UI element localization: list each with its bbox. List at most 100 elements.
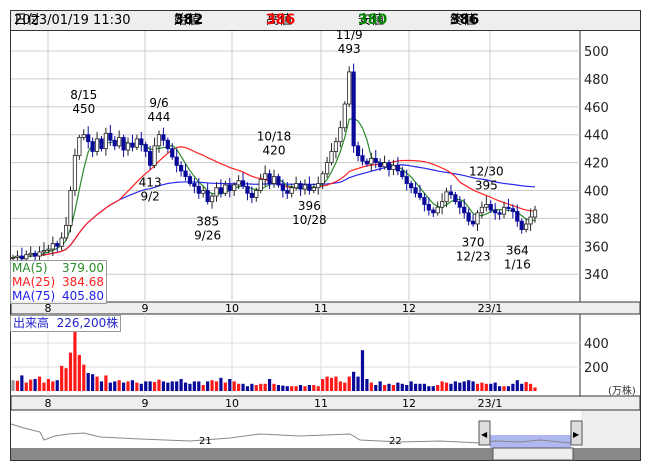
volume-bar	[15, 380, 20, 391]
month-label: 10	[225, 302, 239, 315]
navigator-left-handle-icon[interactable]: ◀	[481, 430, 488, 439]
navigator-scrollbar-thumb[interactable]	[492, 447, 574, 461]
candle-body	[187, 176, 193, 184]
month-label: 10	[225, 397, 239, 410]
candle-body	[409, 183, 414, 189]
candle-body	[426, 204, 431, 211]
candle-body	[19, 255, 24, 260]
month-label: 8	[45, 397, 52, 410]
ma-legend: MA(5) 379.00 MA(25) 384.68 MA(75) 405.80	[10, 260, 107, 304]
candle-body	[86, 134, 91, 143]
volume-bar	[391, 385, 396, 391]
volume-bar	[139, 383, 143, 391]
candle-body	[183, 170, 188, 177]
candle-body	[143, 144, 148, 152]
candle-body	[298, 183, 303, 190]
volume-bar	[60, 365, 64, 391]
candle-body	[46, 248, 51, 251]
volume-bar	[113, 381, 117, 391]
navigator-side	[581, 410, 640, 448]
volume-bar	[263, 383, 267, 391]
candle-body	[524, 223, 529, 230]
ma75-value: 405.80	[62, 289, 104, 303]
volume-bar	[73, 331, 77, 391]
candle-body	[506, 206, 511, 210]
ma25-value: 384.68	[62, 275, 104, 289]
volume-bar	[20, 375, 24, 391]
volume-bar	[179, 379, 183, 391]
volume-bar	[228, 379, 232, 391]
candle-body	[422, 197, 427, 205]
candle-body	[364, 160, 369, 165]
candle-body	[81, 134, 86, 138]
volume-bar	[170, 381, 174, 391]
candle-body	[501, 206, 507, 215]
volume-bar	[427, 386, 431, 391]
candle-body	[192, 183, 197, 187]
volume-bar	[166, 382, 170, 391]
candle-body	[50, 243, 55, 250]
volume-bar	[272, 383, 276, 391]
volume-bar	[298, 385, 303, 391]
volume-bar	[290, 386, 294, 391]
candle-body	[532, 209, 538, 218]
ma25-label: MA(25)	[12, 275, 56, 289]
candle-body	[342, 103, 347, 129]
candle-body	[55, 243, 60, 247]
candle-body	[355, 145, 361, 157]
candle-body	[161, 134, 166, 141]
candle-body	[510, 208, 515, 212]
volume-bar	[524, 382, 528, 391]
volume-bar	[400, 383, 404, 391]
volume-bar	[343, 382, 347, 391]
volume-value: 226,200株	[56, 316, 119, 330]
volume-bar	[24, 382, 28, 391]
volume-bar	[453, 381, 457, 391]
candle-body	[294, 183, 299, 189]
volume-bar	[413, 383, 418, 391]
candle-body	[108, 132, 113, 141]
volume-bar	[237, 383, 241, 391]
candle-body	[378, 162, 383, 168]
month-label: 9	[142, 302, 149, 315]
candle-body	[316, 183, 321, 189]
candle-body	[24, 254, 29, 260]
candle-body	[41, 250, 47, 253]
volume-tick-label: 400	[584, 337, 609, 352]
volume-bar	[152, 382, 157, 391]
volume-bar	[480, 382, 484, 391]
volume-bar	[321, 379, 325, 391]
volume-bar	[29, 379, 33, 391]
candle-body	[475, 212, 480, 225]
candle-body	[302, 184, 308, 190]
month-label: 12	[402, 302, 416, 315]
annotation-price: 450	[72, 102, 95, 116]
candle-body	[285, 190, 290, 194]
stock-chart[interactable]: 500480460440420400380360340400200(万株)889…	[0, 0, 653, 470]
volume-bar	[121, 382, 126, 391]
candle-body	[267, 173, 272, 184]
candle-body	[311, 187, 316, 191]
volume-bar	[294, 386, 298, 391]
candle-body	[320, 173, 325, 184]
volume-bar	[68, 352, 73, 391]
volume-bar	[210, 380, 214, 391]
volume-bar	[316, 386, 320, 391]
volume-bar	[281, 385, 285, 391]
price-tick-label: 340	[584, 268, 609, 283]
annotation-date: 8/15	[70, 88, 97, 102]
candle-body	[373, 158, 378, 163]
candle-body	[435, 206, 440, 214]
candle-body	[417, 192, 423, 198]
candle-body	[369, 158, 374, 165]
volume-bar	[498, 386, 502, 391]
navigator-year-label: 21	[199, 436, 212, 447]
ma75-label: MA(75)	[12, 289, 56, 303]
volume-bar	[183, 382, 188, 391]
navigator-year-label: 22	[389, 436, 402, 447]
navigator-right-handle-icon[interactable]: ▶	[573, 430, 580, 439]
volume-bar	[241, 383, 245, 391]
volume-bar	[338, 381, 342, 391]
volume-bar	[436, 385, 440, 391]
volume-bar	[64, 368, 68, 391]
